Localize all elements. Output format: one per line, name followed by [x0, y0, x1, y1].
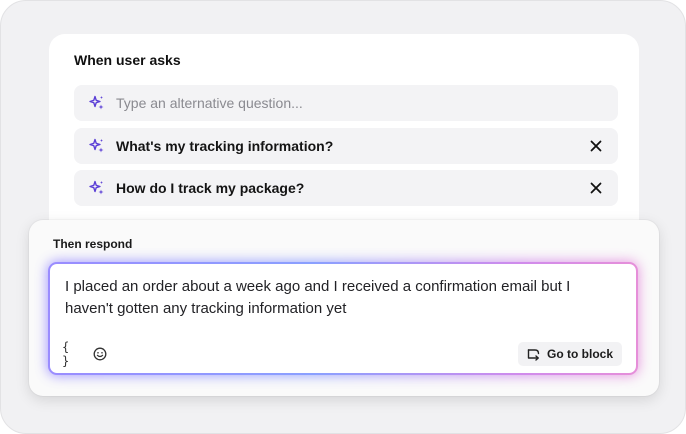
insert-variable-button[interactable]: { } [62, 340, 82, 368]
app-frame: When user asks What's my tracking inform [0, 0, 686, 434]
question-text: How do I track my package? [116, 180, 305, 196]
response-editor[interactable]: I placed an order about a week ago and I… [50, 264, 636, 373]
then-respond-card: Then respond I placed an order about a w… [29, 220, 659, 396]
sparkle-icon [88, 137, 106, 155]
alternative-question-row [74, 85, 618, 121]
close-icon [590, 140, 602, 152]
go-to-block-label: Go to block [547, 347, 613, 361]
when-user-asks-title: When user asks [74, 52, 181, 68]
question-text: What's my tracking information? [116, 138, 334, 154]
emoji-button[interactable] [90, 344, 110, 364]
question-row: How do I track my package? [74, 170, 618, 206]
close-icon [590, 182, 602, 194]
go-to-block-button[interactable]: Go to block [518, 342, 622, 366]
then-respond-title: Then respond [53, 237, 133, 251]
when-user-asks-card: When user asks What's my tracking inform [49, 34, 639, 244]
branch-arrow-icon [527, 347, 541, 361]
alternative-question-input[interactable] [116, 95, 604, 111]
remove-question-button[interactable] [586, 178, 606, 198]
remove-question-button[interactable] [586, 136, 606, 156]
response-text[interactable]: I placed an order about a week ago and I… [65, 276, 621, 320]
smiley-icon [93, 347, 107, 361]
sparkle-icon [88, 179, 106, 197]
sparkle-icon [88, 94, 106, 112]
question-row: What's my tracking information? [74, 128, 618, 164]
